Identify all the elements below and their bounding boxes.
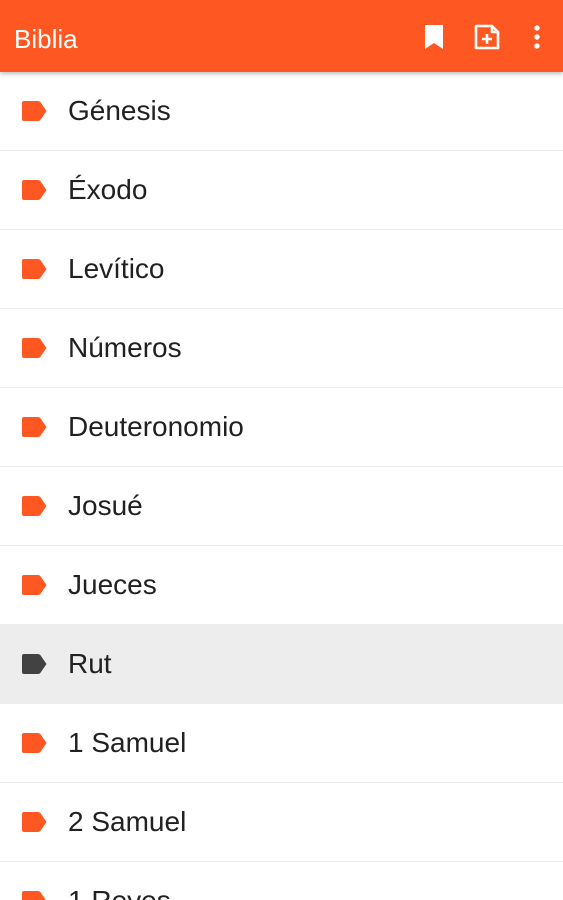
book-list-item[interactable]: Éxodo — [0, 151, 563, 230]
book-list-item[interactable]: Génesis — [0, 72, 563, 151]
book-name: 1 Samuel — [68, 727, 187, 758]
book-name: Levítico — [68, 253, 165, 284]
book-name: Rut — [68, 648, 112, 679]
book-name: Éxodo — [68, 174, 148, 205]
app-bar: Biblia — [0, 0, 563, 72]
book-name: Josué — [68, 490, 143, 521]
label-tag-icon — [22, 417, 47, 437]
book-name: Jueces — [68, 569, 157, 600]
book-name: Números — [68, 332, 182, 363]
add-note-button[interactable] — [472, 22, 502, 52]
label-tag-icon — [22, 812, 47, 832]
label-tag-icon — [22, 496, 47, 516]
book-list-item[interactable]: Deuteronomio — [0, 388, 563, 467]
label-tag-icon — [22, 259, 47, 279]
label-tag-icon — [22, 891, 46, 900]
book-list-item[interactable]: Jueces — [0, 546, 563, 625]
book-name: Deuteronomio — [68, 411, 244, 442]
label-tag-icon — [22, 575, 47, 595]
label-tag-icon — [22, 101, 47, 121]
book-list-item[interactable]: 1 Samuel — [0, 704, 563, 783]
app-title: Biblia — [14, 24, 78, 54]
label-tag-icon — [22, 338, 47, 358]
add-note-icon — [474, 24, 500, 50]
label-tag-icon — [22, 180, 47, 200]
book-name: 2 Samuel — [68, 806, 187, 837]
book-list-item[interactable]: 1 Reyes — [0, 862, 563, 900]
label-tag-icon — [22, 733, 47, 753]
bookmark-button[interactable] — [419, 22, 449, 52]
book-name: 1 Reyes — [68, 885, 171, 900]
book-list[interactable]: Génesis Éxodo Levítico Números Deuteronomio J… — [0, 72, 563, 900]
book-list-item[interactable]: Josué — [0, 467, 563, 546]
book-list-item[interactable]: Levítico — [0, 230, 563, 309]
book-list-item[interactable]: Números — [0, 309, 563, 388]
book-list-item[interactable]: Rut — [0, 625, 563, 704]
overflow-menu-button[interactable] — [522, 22, 552, 52]
book-name: Génesis — [68, 95, 171, 126]
book-list-item[interactable]: 2 Samuel — [0, 783, 563, 862]
label-tag-icon — [22, 654, 47, 674]
more-vert-icon — [534, 25, 540, 49]
bookmark-icon — [425, 25, 443, 49]
